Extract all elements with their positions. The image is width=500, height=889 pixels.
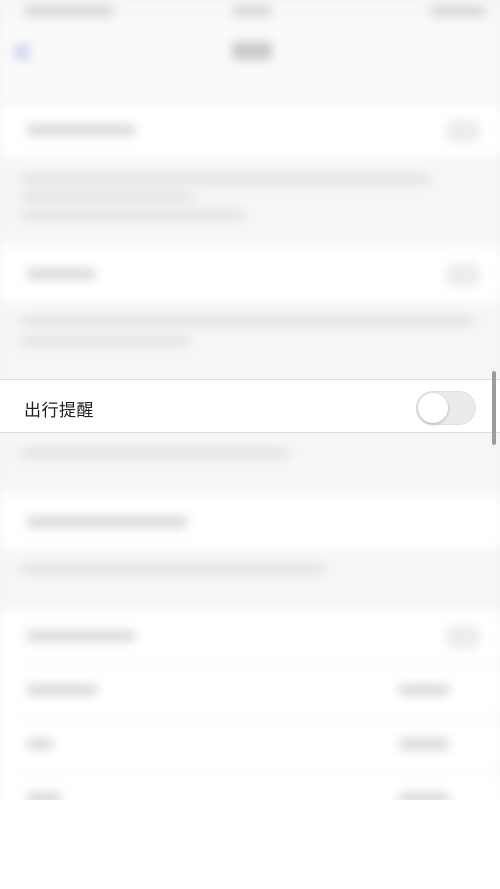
toggle-knob: [418, 393, 448, 423]
divider: [20, 772, 500, 773]
nav-bar: [0, 26, 500, 96]
status-bar: [0, 0, 500, 26]
scrollbar[interactable]: [492, 371, 496, 445]
settings-group-5-item-1-value: [398, 684, 450, 696]
status-bar-time: [232, 6, 272, 16]
settings-row-4[interactable]: [0, 494, 500, 548]
travel-reminder-row[interactable]: 出行提醒: [0, 379, 500, 433]
settings-group-5-toggle[interactable]: [446, 626, 480, 648]
settings-page: 出行提醒: [0, 0, 500, 889]
settings-row-1-description-line-1: [20, 174, 430, 184]
settings-group-5-item-2-value: [398, 738, 450, 750]
settings-group-5-item-1[interactable]: [26, 684, 98, 696]
divider: [20, 664, 500, 665]
settings-row-2-description-line-2: [20, 336, 190, 346]
status-bar-right: [430, 6, 486, 16]
blurred-background: [0, 0, 500, 889]
settings-row-1-description-line-2: [20, 192, 195, 202]
divider: [20, 718, 500, 719]
nav-title: [232, 42, 272, 60]
settings-row-2-toggle[interactable]: [446, 264, 480, 286]
settings-row-4-label: [26, 516, 188, 528]
travel-reminder-label: 出行提醒: [24, 401, 94, 421]
settings-group-5-header: [26, 630, 136, 642]
settings-row-1-description-line-3: [20, 210, 245, 220]
settings-row-1[interactable]: [0, 104, 500, 156]
settings-row-2-description-line-1: [20, 316, 475, 326]
settings-row-2[interactable]: [0, 246, 500, 302]
settings-row-2-label: [26, 268, 96, 280]
settings-row-4-description: [20, 564, 325, 574]
settings-row-1-toggle[interactable]: [446, 120, 480, 142]
bottom-area: [0, 800, 500, 889]
travel-reminder-toggle[interactable]: [416, 391, 476, 425]
settings-group-5-item-2[interactable]: [26, 738, 54, 750]
status-bar-left: [24, 6, 114, 16]
settings-row-1-label: [26, 124, 136, 136]
travel-reminder-description: [20, 448, 290, 458]
back-icon[interactable]: [14, 44, 30, 60]
